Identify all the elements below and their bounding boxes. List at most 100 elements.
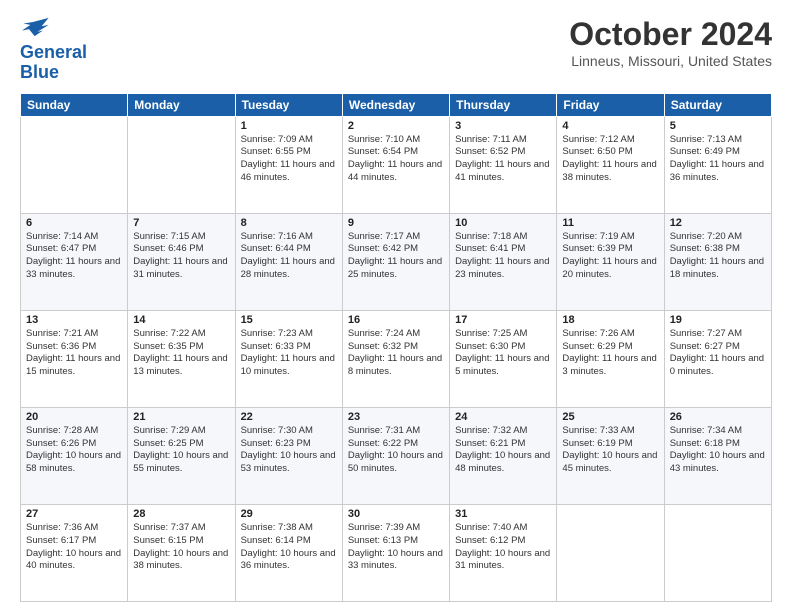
day-number: 9 <box>348 217 444 229</box>
day-number: 25 <box>562 411 658 423</box>
day-info: Sunrise: 7:16 AM Sunset: 6:44 PM Dayligh… <box>241 231 337 282</box>
day-info: Sunrise: 7:19 AM Sunset: 6:39 PM Dayligh… <box>562 231 658 282</box>
day-info: Sunrise: 7:28 AM Sunset: 6:26 PM Dayligh… <box>26 425 122 476</box>
col-saturday: Saturday <box>664 93 771 116</box>
day-cell-0-5: 4Sunrise: 7:12 AM Sunset: 6:50 PM Daylig… <box>557 116 664 213</box>
day-cell-3-1: 21 Sunrise: 7:29 AM Sunset: 6:25 PM Dayli… <box>128 407 235 504</box>
day-cell-0-3: 2 Sunrise: 7:10 AM Sunset: 6:54 PM Daylig… <box>342 116 449 213</box>
day-cell-1-5: 11 Sunrise: 7:19 AM Sunset: 6:39 PM Dayli… <box>557 213 664 310</box>
day-info: Sunrise: 7:37 AM Sunset: 6:15 PM Dayligh… <box>133 522 229 573</box>
day-number: 8 <box>241 217 337 229</box>
day-cell-3-6: 26Sunrise: 7:34 AM Sunset: 6:18 PM Dayli… <box>664 407 771 504</box>
day-number: 11 <box>562 217 658 229</box>
day-number: 16 <box>348 314 444 326</box>
week-row-4: 20 Sunrise: 7:28 AM Sunset: 6:26 PM Dayli… <box>21 407 772 504</box>
day-number: 30 <box>348 508 444 520</box>
day-info: Sunrise: 7:38 AM Sunset: 6:14 PM Dayligh… <box>241 522 337 573</box>
day-info: Sunrise: 7:10 AM Sunset: 6:54 PM Dayligh… <box>348 134 444 185</box>
logo: General Blue <box>20 16 87 83</box>
calendar-header: Sunday Monday Tuesday Wednesday Thursday… <box>21 93 772 116</box>
day-cell-4-2: 29 Sunrise: 7:38 AM Sunset: 6:14 PM Dayli… <box>235 504 342 601</box>
day-info: Sunrise: 7:23 AM Sunset: 6:33 PM Dayligh… <box>241 328 337 379</box>
logo-text: General Blue <box>20 43 87 83</box>
calendar-body: 1 Sunrise: 7:09 AM Sunset: 6:55 PM Daylig… <box>21 116 772 601</box>
day-info: Sunrise: 7:29 AM Sunset: 6:25 PM Dayligh… <box>133 425 229 476</box>
day-info: Sunrise: 7:14 AM Sunset: 6:47 PM Dayligh… <box>26 231 122 282</box>
logo-block: General Blue <box>20 16 87 83</box>
day-info: Sunrise: 7:32 AM Sunset: 6:21 PM Dayligh… <box>455 425 551 476</box>
header-row: Sunday Monday Tuesday Wednesday Thursday… <box>21 93 772 116</box>
day-info: Sunrise: 7:15 AM Sunset: 6:46 PM Dayligh… <box>133 231 229 282</box>
day-cell-0-4: 3 Sunrise: 7:11 AM Sunset: 6:52 PM Daylig… <box>450 116 557 213</box>
col-tuesday: Tuesday <box>235 93 342 116</box>
day-info: Sunrise: 7:09 AM Sunset: 6:55 PM Dayligh… <box>241 134 337 185</box>
day-number: 3 <box>455 120 551 132</box>
day-info: Sunrise: 7:11 AM Sunset: 6:52 PM Dayligh… <box>455 134 551 185</box>
day-number: 18 <box>562 314 658 326</box>
day-cell-3-0: 20 Sunrise: 7:28 AM Sunset: 6:26 PM Dayli… <box>21 407 128 504</box>
day-number: 12 <box>670 217 766 229</box>
day-number: 20 <box>26 411 122 423</box>
day-info: Sunrise: 7:17 AM Sunset: 6:42 PM Dayligh… <box>348 231 444 282</box>
day-cell-1-6: 12 Sunrise: 7:20 AM Sunset: 6:38 PM Dayli… <box>664 213 771 310</box>
day-cell-1-3: 9 Sunrise: 7:17 AM Sunset: 6:42 PM Daylig… <box>342 213 449 310</box>
day-cell-2-2: 15 Sunrise: 7:23 AM Sunset: 6:33 PM Dayli… <box>235 310 342 407</box>
day-info: Sunrise: 7:30 AM Sunset: 6:23 PM Dayligh… <box>241 425 337 476</box>
day-info: Sunrise: 7:39 AM Sunset: 6:13 PM Dayligh… <box>348 522 444 573</box>
page: General Blue October 2024 Linneus, Misso… <box>0 0 792 612</box>
day-cell-1-1: 7Sunrise: 7:15 AM Sunset: 6:46 PM Daylig… <box>128 213 235 310</box>
week-row-2: 6 Sunrise: 7:14 AM Sunset: 6:47 PM Daylig… <box>21 213 772 310</box>
day-cell-4-1: 28 Sunrise: 7:37 AM Sunset: 6:15 PM Dayli… <box>128 504 235 601</box>
week-row-3: 13Sunrise: 7:21 AM Sunset: 6:36 PM Dayli… <box>21 310 772 407</box>
day-number: 2 <box>348 120 444 132</box>
day-info: Sunrise: 7:31 AM Sunset: 6:22 PM Dayligh… <box>348 425 444 476</box>
day-cell-2-0: 13Sunrise: 7:21 AM Sunset: 6:36 PM Dayli… <box>21 310 128 407</box>
day-info: Sunrise: 7:20 AM Sunset: 6:38 PM Dayligh… <box>670 231 766 282</box>
day-cell-3-5: 25 Sunrise: 7:33 AM Sunset: 6:19 PM Dayli… <box>557 407 664 504</box>
day-cell-0-2: 1 Sunrise: 7:09 AM Sunset: 6:55 PM Daylig… <box>235 116 342 213</box>
day-number: 15 <box>241 314 337 326</box>
day-cell-3-2: 22 Sunrise: 7:30 AM Sunset: 6:23 PM Dayli… <box>235 407 342 504</box>
day-cell-1-0: 6 Sunrise: 7:14 AM Sunset: 6:47 PM Daylig… <box>21 213 128 310</box>
day-info: Sunrise: 7:25 AM Sunset: 6:30 PM Dayligh… <box>455 328 551 379</box>
day-cell-0-6: 5 Sunrise: 7:13 AM Sunset: 6:49 PM Daylig… <box>664 116 771 213</box>
day-info: Sunrise: 7:12 AM Sunset: 6:50 PM Dayligh… <box>562 134 658 185</box>
week-row-5: 27Sunrise: 7:36 AM Sunset: 6:17 PM Dayli… <box>21 504 772 601</box>
day-cell-4-3: 30 Sunrise: 7:39 AM Sunset: 6:13 PM Dayli… <box>342 504 449 601</box>
day-cell-2-5: 18Sunrise: 7:26 AM Sunset: 6:29 PM Dayli… <box>557 310 664 407</box>
day-number: 5 <box>670 120 766 132</box>
day-number: 19 <box>670 314 766 326</box>
main-title: October 2024 <box>569 16 772 53</box>
day-info: Sunrise: 7:13 AM Sunset: 6:49 PM Dayligh… <box>670 134 766 185</box>
day-number: 22 <box>241 411 337 423</box>
day-info: Sunrise: 7:27 AM Sunset: 6:27 PM Dayligh… <box>670 328 766 379</box>
day-cell-1-2: 8 Sunrise: 7:16 AM Sunset: 6:44 PM Daylig… <box>235 213 342 310</box>
day-number: 21 <box>133 411 229 423</box>
col-wednesday: Wednesday <box>342 93 449 116</box>
day-number: 23 <box>348 411 444 423</box>
header: General Blue October 2024 Linneus, Misso… <box>20 16 772 83</box>
day-cell-4-6 <box>664 504 771 601</box>
day-cell-0-1 <box>128 116 235 213</box>
day-cell-3-4: 24Sunrise: 7:32 AM Sunset: 6:21 PM Dayli… <box>450 407 557 504</box>
day-number: 29 <box>241 508 337 520</box>
day-info: Sunrise: 7:36 AM Sunset: 6:17 PM Dayligh… <box>26 522 122 573</box>
day-number: 6 <box>26 217 122 229</box>
day-number: 28 <box>133 508 229 520</box>
calendar-table: Sunday Monday Tuesday Wednesday Thursday… <box>20 93 772 602</box>
day-number: 14 <box>133 314 229 326</box>
day-info: Sunrise: 7:34 AM Sunset: 6:18 PM Dayligh… <box>670 425 766 476</box>
day-cell-4-5 <box>557 504 664 601</box>
day-cell-2-3: 16Sunrise: 7:24 AM Sunset: 6:32 PM Dayli… <box>342 310 449 407</box>
col-friday: Friday <box>557 93 664 116</box>
day-number: 17 <box>455 314 551 326</box>
col-thursday: Thursday <box>450 93 557 116</box>
day-info: Sunrise: 7:18 AM Sunset: 6:41 PM Dayligh… <box>455 231 551 282</box>
day-cell-2-1: 14 Sunrise: 7:22 AM Sunset: 6:35 PM Dayli… <box>128 310 235 407</box>
day-cell-3-3: 23 Sunrise: 7:31 AM Sunset: 6:22 PM Dayli… <box>342 407 449 504</box>
day-cell-2-4: 17 Sunrise: 7:25 AM Sunset: 6:30 PM Dayli… <box>450 310 557 407</box>
day-info: Sunrise: 7:33 AM Sunset: 6:19 PM Dayligh… <box>562 425 658 476</box>
day-number: 1 <box>241 120 337 132</box>
day-info: Sunrise: 7:22 AM Sunset: 6:35 PM Dayligh… <box>133 328 229 379</box>
subtitle: Linneus, Missouri, United States <box>569 53 772 69</box>
